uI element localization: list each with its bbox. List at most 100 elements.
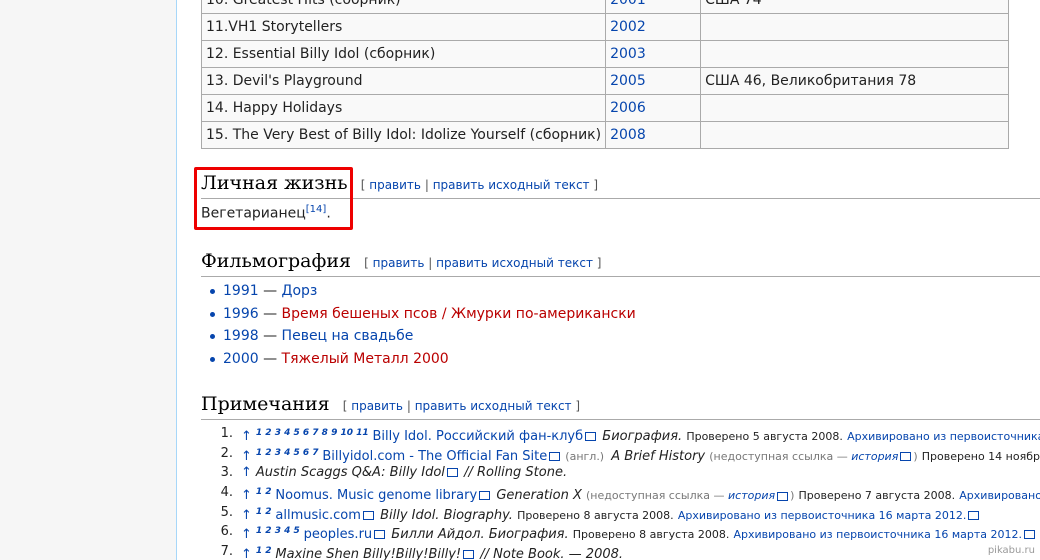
filmography-item: 1998 — Певец на свадьбе [201, 325, 636, 348]
chart-position: США 74 [700, 0, 1010, 14]
film-title-link[interactable]: Время бешеных псов / Жмурки по-американс… [282, 306, 636, 322]
reference-link[interactable]: allmusic.com [275, 508, 361, 523]
bracket: ] [596, 256, 602, 270]
edit-source-link[interactable]: править исходный текст [433, 178, 590, 192]
reference-number: 3. [220, 465, 233, 481]
reference-subtitle: // Rolling Stone. [464, 465, 568, 481]
year-link[interactable]: 2003 [610, 46, 646, 62]
backref-links[interactable]: 1 2 3 4 5 [256, 526, 300, 536]
backref-arrow[interactable]: ↑ [241, 465, 252, 480]
external-link-icon [446, 468, 458, 478]
bullet [210, 311, 215, 317]
album-title: 13. Devil's Playground [200, 67, 607, 95]
backref-arrow[interactable]: ↑ [241, 508, 252, 523]
backref-letters[interactable]: 1 2 3 4 5 6 7 [256, 448, 319, 458]
archive-link[interactable]: Архивировано из первоисточника 16 марта … [847, 430, 1040, 443]
backref-links[interactable]: 1 2 [256, 487, 272, 497]
reference-link[interactable]: peoples.ru [304, 527, 373, 542]
film-year-link[interactable]: 1996 [223, 306, 259, 322]
reference-link[interactable]: Billy Idol. Российский фан-клуб [372, 429, 583, 444]
archive-link[interactable]: Архивировано из первоисточ [959, 489, 1040, 502]
backref-letters[interactable]: 1 2 3 4 5 [256, 526, 300, 536]
reference-item: 4. ↑ 1 2 Noomus. Music genome library Gene… [201, 483, 1040, 503]
backref-letters[interactable]: 1 2 [256, 546, 272, 556]
film-year-link[interactable]: 1998 [223, 328, 259, 344]
edit-source-link[interactable]: править исходный текст [436, 256, 593, 270]
edit-link[interactable]: править [373, 256, 425, 270]
backref-letters[interactable]: 1 2 [256, 487, 272, 497]
section-notes-heading: Примечания [ править | править исходный … [201, 389, 1040, 420]
reference-title: Austin Scaggs Q&A: Billy Idol [255, 465, 445, 481]
year-link[interactable]: 2002 [610, 19, 646, 35]
backref-arrow[interactable]: ↑ [241, 488, 252, 503]
backref-arrow[interactable]: ↑ [241, 527, 252, 542]
backref-links[interactable]: 1 2 [256, 546, 272, 556]
film-year-link[interactable]: 2000 [223, 351, 259, 367]
album-year-cell: 2002 [605, 13, 702, 41]
film-title-link[interactable]: Певец на свадьбе [282, 328, 414, 344]
reference-item: 5. ↑ 1 2 allmusic.com Billy Idol. Biograph… [201, 503, 1040, 523]
backref-arrow[interactable]: ↑ [241, 449, 252, 464]
discography-row: 13. Devil's Playground 2005 США 46, Велико… [200, 67, 1010, 95]
reference-subtitle: Generation X [496, 488, 582, 504]
article-content: 10. Greatest Hits (сборник) 2001 США 74 11.… [176, 0, 1040, 560]
backref-links[interactable]: 1 2 [256, 507, 272, 517]
film-title-link[interactable]: Дорз [282, 283, 318, 299]
backref-links[interactable]: 1 2 3 4 5 6 7 [256, 448, 319, 458]
album-year-cell: 2005 [605, 67, 702, 95]
archive-link[interactable]: Архивировано из первоисточника 16 марта … [678, 509, 967, 522]
album-year-cell: 2006 [605, 94, 702, 122]
filmography-item: 1991 — Дорз [201, 280, 636, 303]
edit-source-link[interactable]: править исходный текст [415, 399, 572, 413]
reference-link[interactable]: Noomus. Music genome library [275, 488, 477, 503]
checked-date: Проверено 5 августа 2008. [686, 430, 843, 443]
year-link[interactable]: 2005 [610, 73, 646, 89]
dash: — [263, 328, 278, 344]
reference-number: 7. [220, 544, 233, 560]
backref-arrow[interactable]: ↑ [241, 547, 252, 560]
external-link-icon [549, 451, 561, 461]
album-title: 15. The Very Best of Billy Idol: Idolize… [200, 121, 607, 149]
backref-links[interactable]: 1 2 3 4 5 6 7 8 9 10 11 [256, 428, 369, 438]
reference-text: allmusic.com Billy Idol. Biography. Пров… [275, 508, 981, 523]
chart-position [700, 13, 1010, 41]
edit-link[interactable]: править [351, 399, 403, 413]
year-link[interactable]: 2001 [610, 0, 646, 8]
bracket: [ [342, 399, 348, 413]
external-link-icon [362, 510, 374, 520]
film-title-link[interactable]: Тяжелый Металл 2000 [282, 351, 449, 367]
chart-position [700, 40, 1010, 68]
dash: — [263, 283, 278, 299]
discography-row: 15. The Very Best of Billy Idol: Idolize… [200, 121, 1010, 149]
references-list: 1. ↑ 1 2 3 4 5 6 7 8 9 10 11 Billy Idol. Р… [201, 424, 1040, 560]
year-link[interactable]: 2008 [610, 127, 646, 143]
film-year-link[interactable]: 1991 [223, 283, 259, 299]
reference-number: 1. [220, 426, 233, 441]
backref-letters[interactable]: 1 2 3 4 5 6 7 8 9 10 11 [256, 428, 369, 438]
year-link[interactable]: 2006 [610, 100, 646, 116]
editsection: [ править | править исходный текст ] [364, 256, 601, 270]
watermark: pikabu.ru [987, 545, 1035, 556]
discography-row: 14. Happy Holidays 2006 [200, 94, 1010, 122]
archive-link[interactable]: Архивировано из первоисточника 16 марта … [734, 528, 1023, 541]
album-year-cell: 2003 [605, 40, 702, 68]
history-link[interactable]: история [851, 450, 898, 463]
album-title: 10. Greatest Hits (сборник) [200, 0, 607, 14]
reference-link[interactable]: Billyidol.com - The Official Fan Site [322, 449, 547, 464]
discography-row: 12. Essential Billy Idol (сборник) 2003 [200, 40, 1010, 68]
filmography-item: 2000 — Тяжелый Металл 2000 [201, 348, 636, 371]
reference-text: peoples.ru Билли Айдол. Биография. Прове… [304, 527, 1037, 542]
language-marker: (англ.) [565, 449, 605, 463]
dead-link-note: (недоступная ссылка — история) [709, 450, 917, 463]
reference-text: Billy Idol. Российский фан-клуб Биографи… [372, 429, 1040, 444]
editsection: [ править | править исходный текст ] [361, 178, 598, 192]
history-link[interactable]: история [728, 489, 775, 502]
bullet [210, 289, 215, 294]
album-year-cell: 2001 [605, 0, 702, 14]
edit-link[interactable]: править [369, 178, 421, 192]
discography-table: 10. Greatest Hits (сборник) 2001 США 74 11.… [200, 0, 1010, 149]
dead-link-close: ) [913, 449, 918, 463]
checked-date: Проверено 8 августа 2008. [572, 528, 730, 542]
backref-arrow[interactable]: ↑ [241, 429, 252, 444]
backref-letters[interactable]: 1 2 [256, 507, 272, 517]
